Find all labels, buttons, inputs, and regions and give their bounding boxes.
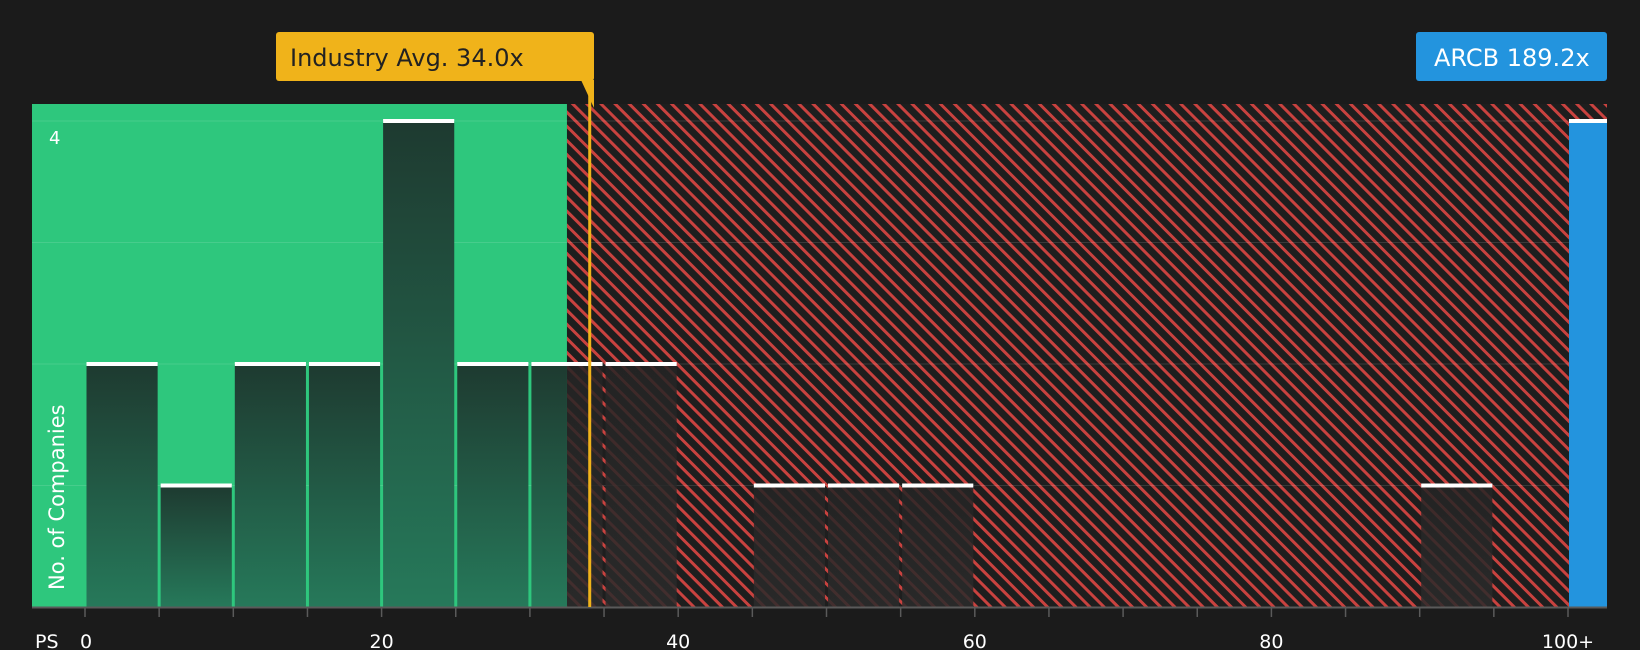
histogram-bar bbox=[457, 364, 529, 607]
industry-average-callout-pointer bbox=[581, 80, 594, 108]
histogram-bar bbox=[234, 364, 306, 607]
bar-cap bbox=[383, 119, 455, 123]
bar-cap bbox=[457, 362, 529, 366]
histogram-bar bbox=[566, 364, 603, 607]
histogram-bar bbox=[160, 485, 232, 607]
bar-cap bbox=[1421, 483, 1493, 488]
bar-cap bbox=[160, 483, 232, 488]
bar-cap bbox=[902, 483, 974, 488]
bar-cap bbox=[308, 362, 381, 366]
y-axis-title: No. of Companies bbox=[45, 404, 69, 590]
industry-average-label: Industry Avg. 34.0x bbox=[290, 44, 524, 72]
bar-cap bbox=[86, 362, 158, 366]
histogram-bar bbox=[1421, 485, 1493, 607]
bar-cap bbox=[1569, 119, 1607, 123]
bar-cap bbox=[605, 362, 677, 366]
x-ticks: 0 20 40 60 80 100+ bbox=[80, 607, 1594, 650]
y-tick-label: 4 bbox=[49, 128, 60, 149]
x-tick-label: 80 bbox=[1259, 631, 1283, 650]
histogram-bar bbox=[605, 364, 677, 607]
company-label: ARCB 189.2x bbox=[1434, 44, 1590, 72]
histogram-bar bbox=[531, 364, 567, 607]
histogram-bar bbox=[383, 121, 455, 607]
company-marker: ARCB 189.2x bbox=[1416, 32, 1607, 81]
bar-cap bbox=[234, 362, 306, 366]
x-tick-label: 20 bbox=[370, 631, 394, 650]
company-bar bbox=[1569, 121, 1607, 607]
bar-cap bbox=[753, 483, 825, 488]
x-tick-label: 60 bbox=[963, 631, 987, 650]
histogram-bar bbox=[828, 485, 900, 607]
ps-ratio-histogram: 0 20 40 60 80 100+ Industry Avg. 34.0x ARCB 1… bbox=[32, 32, 1607, 650]
bar-cap bbox=[828, 483, 900, 488]
x-axis-title: PS bbox=[35, 631, 59, 650]
bar-cap bbox=[531, 362, 603, 366]
x-tick-label: 0 bbox=[80, 631, 92, 650]
histogram-bar bbox=[86, 364, 158, 607]
x-tick-label: 100+ bbox=[1542, 631, 1594, 650]
x-tick-label: 40 bbox=[666, 631, 690, 650]
histogram-bar bbox=[753, 485, 825, 607]
histogram-bar bbox=[902, 485, 974, 607]
histogram-bar bbox=[308, 364, 381, 607]
